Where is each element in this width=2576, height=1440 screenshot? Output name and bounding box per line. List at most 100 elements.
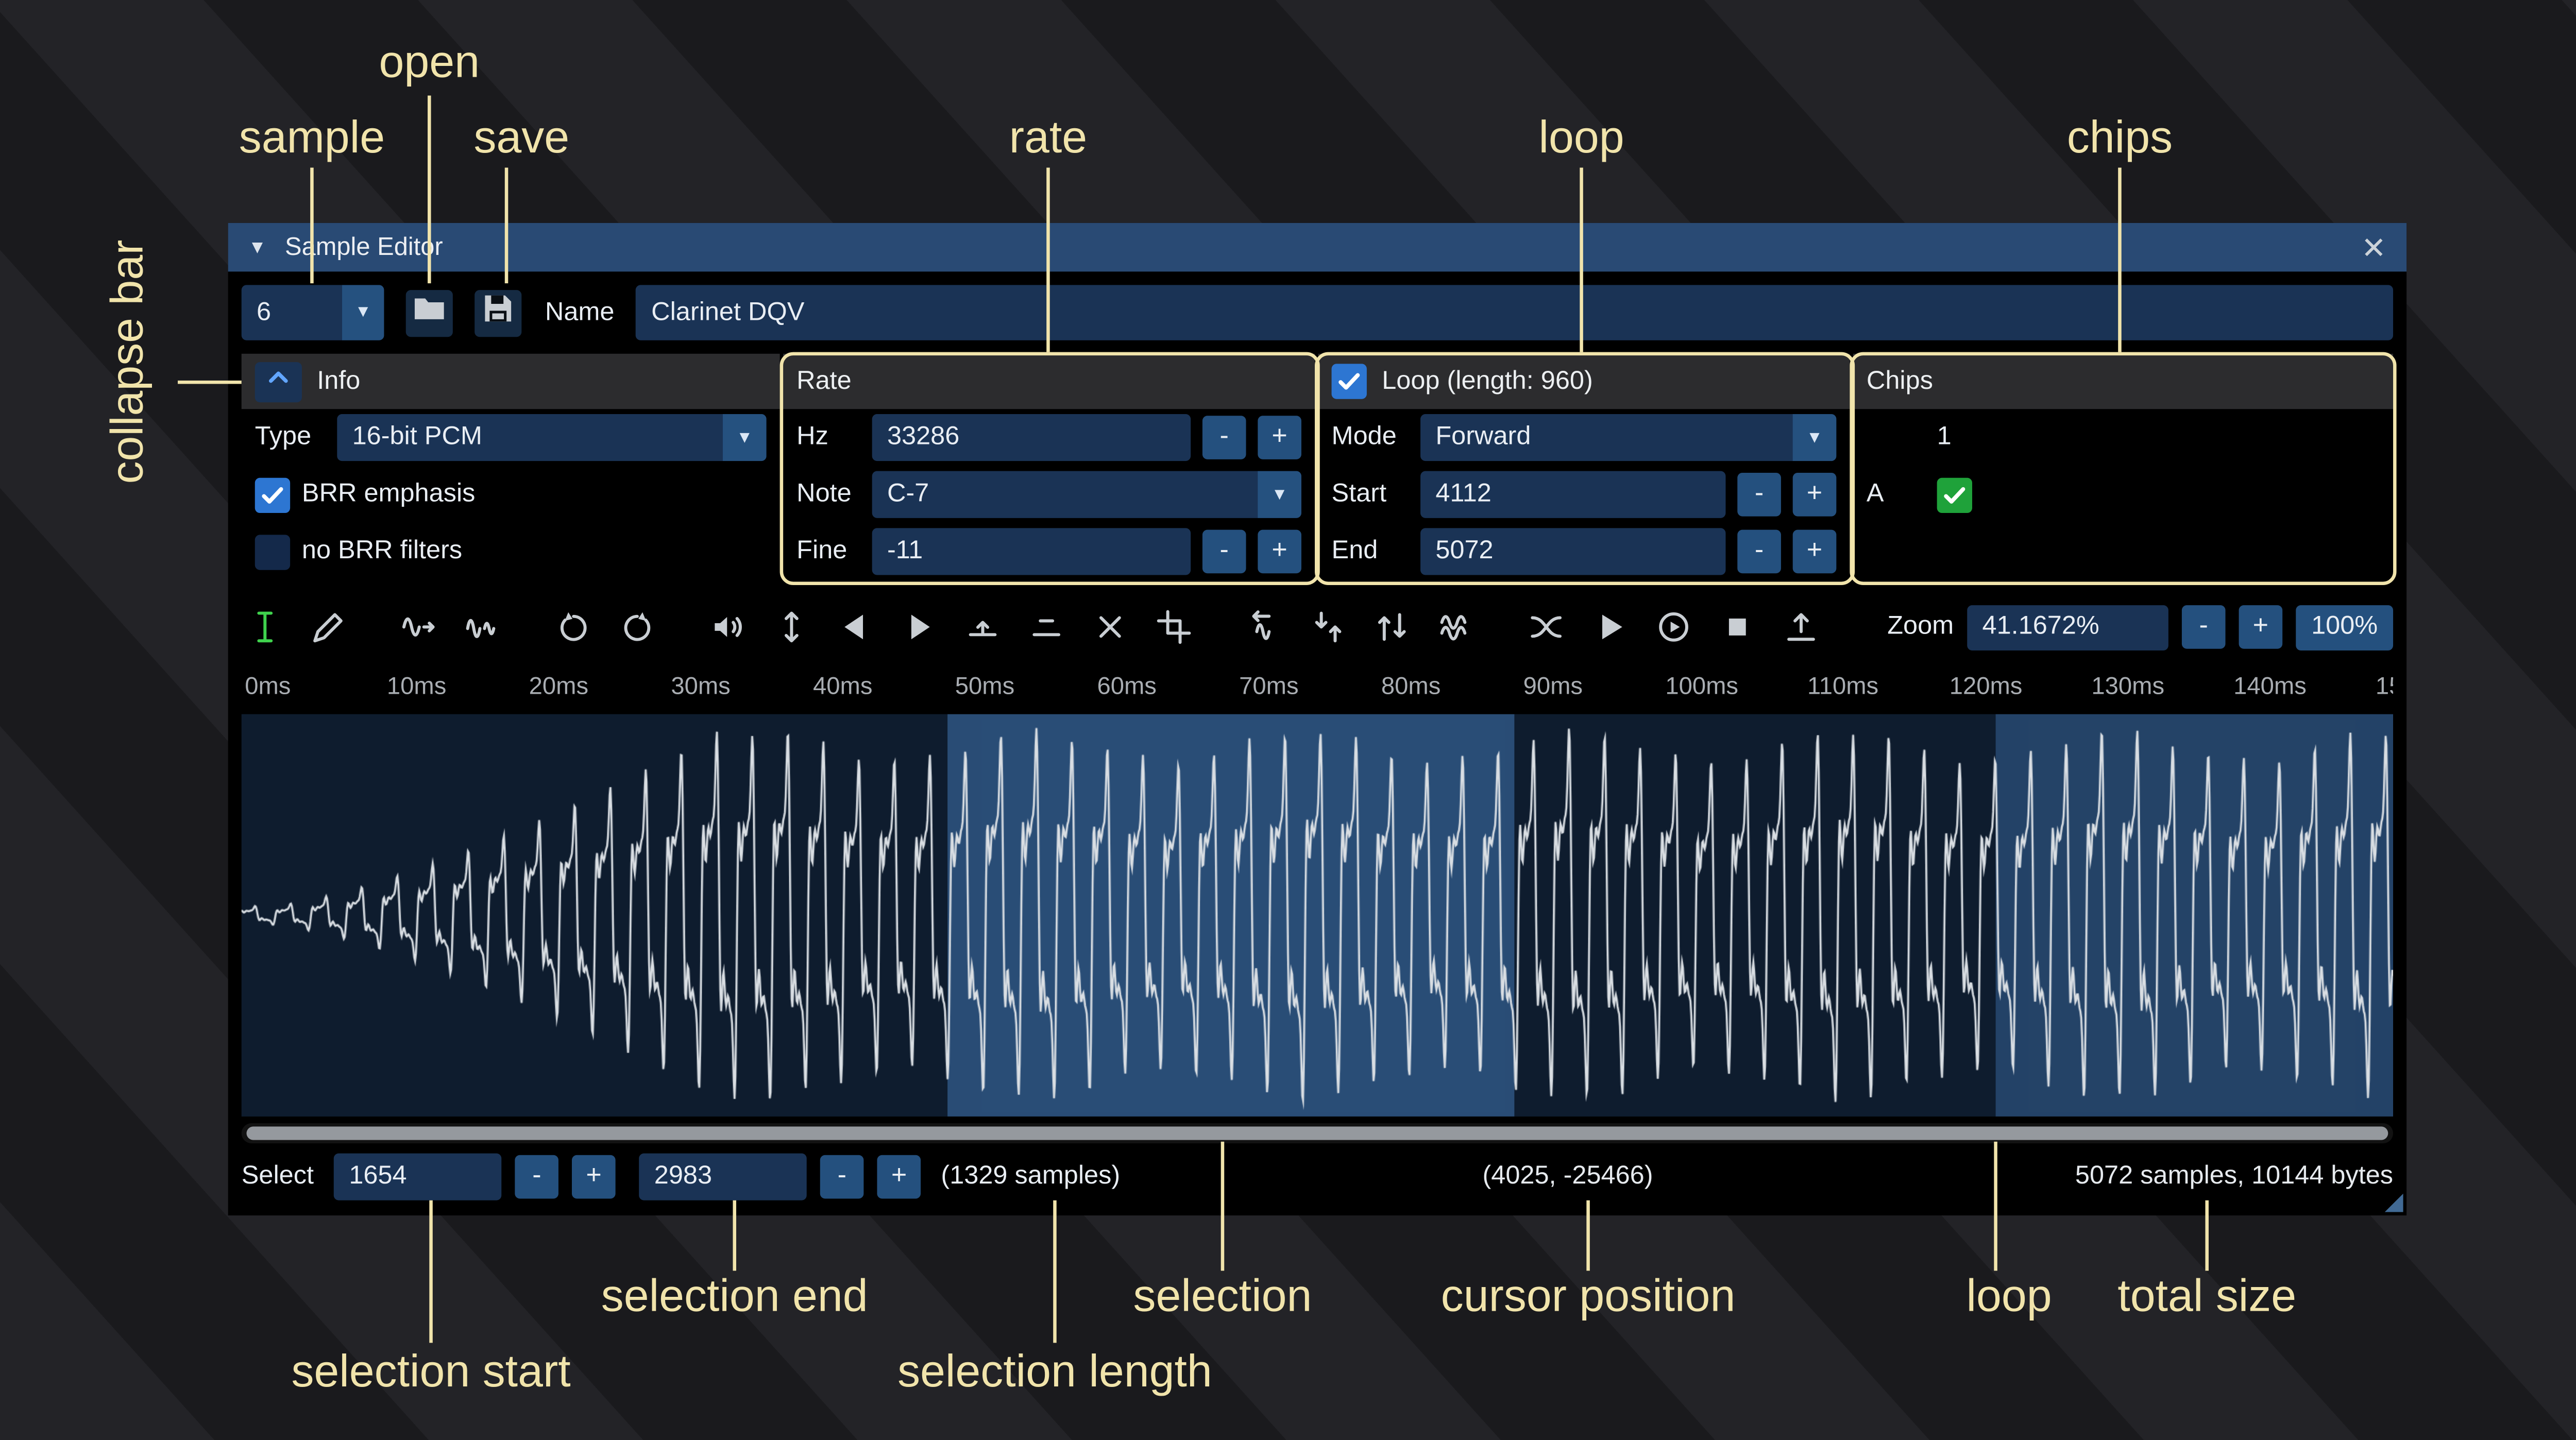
sample-selector-value: 6	[242, 285, 342, 340]
zoom-reset-button[interactable]: 100%	[2296, 604, 2393, 649]
selection-length-text: (1329 samples)	[941, 1162, 1120, 1192]
waveform-display[interactable]	[242, 714, 2393, 1117]
hz-row: Hz 33286 - +	[783, 409, 1315, 466]
timeline-tick: 50ms	[955, 674, 1014, 701]
fade-out-button[interactable]	[895, 604, 942, 650]
timeline-tick: 20ms	[529, 674, 588, 701]
loop-mode-selector[interactable]: Forward ▼	[1420, 414, 1836, 461]
insert-silence-button[interactable]	[959, 604, 1006, 650]
apply-filter-button[interactable]	[1432, 604, 1479, 650]
type-selector[interactable]: 16-bit PCM ▼	[337, 414, 766, 461]
annotation-selection-length-line	[1053, 1201, 1057, 1343]
hz-input[interactable]: 33286	[872, 414, 1191, 461]
annotation-cursor-position-line	[1586, 1201, 1590, 1271]
sample-selector[interactable]: 6 ▼	[242, 285, 384, 340]
sample-property-sections: Info Type 16-bit PCM ▼ BRR emphasis no B…	[242, 354, 2393, 584]
zoom-input[interactable]: 41.1672%	[1967, 604, 2168, 649]
loop-start-input[interactable]: 4112	[1420, 471, 1725, 518]
brr-emphasis-row: BRR emphasis	[242, 466, 780, 523]
resample-button[interactable]	[460, 604, 506, 650]
upload-sample-button[interactable]	[1777, 604, 1824, 650]
sample-editor-window: ▼ Sample Editor ✕ 6 ▼ Name Clarinet DQV	[228, 223, 2406, 1215]
loop-mode-label: Mode	[1332, 422, 1409, 453]
crossfade-loop-button[interactable]	[1523, 604, 1570, 650]
note-selector[interactable]: C-7 ▼	[872, 471, 1301, 518]
select-tool-button[interactable]	[242, 604, 289, 650]
preview-button[interactable]	[1586, 604, 1633, 650]
select-label: Select	[242, 1162, 314, 1192]
window-titlebar[interactable]: ▼ Sample Editor ✕	[228, 223, 2406, 271]
selection-start-increase-button[interactable]: +	[572, 1155, 616, 1199]
signed-unsigned-button[interactable]	[1368, 604, 1415, 650]
fine-label: Fine	[796, 537, 860, 567]
no-brr-filters-checkbox[interactable]	[255, 534, 290, 569]
fade-in-button[interactable]	[832, 604, 879, 650]
stop-preview-button[interactable]	[1714, 604, 1761, 650]
loop-end-input[interactable]: 5072	[1420, 528, 1725, 575]
undo-button[interactable]	[550, 604, 597, 650]
selection-start-input[interactable]: 1654	[334, 1154, 502, 1201]
collapse-bar-button[interactable]	[255, 361, 302, 401]
hz-increase-button[interactable]: +	[1258, 416, 1301, 459]
close-button[interactable]: ✕	[2361, 232, 2386, 263]
timeline-tick: 100ms	[1665, 674, 1738, 701]
normalize-button[interactable]	[768, 604, 815, 650]
timeline-tick: 40ms	[813, 674, 872, 701]
hscrollbar-thumb[interactable]	[246, 1126, 2388, 1140]
annotation-loop-line	[1580, 168, 1583, 352]
trim-button[interactable]	[1150, 604, 1197, 650]
window-collapse-icon[interactable]: ▼	[248, 237, 266, 258]
loop-mode-row: Mode Forward ▼	[1318, 409, 1850, 466]
dropdown-arrow-icon[interactable]: ▼	[723, 414, 767, 461]
zoom-label: Zoom	[1887, 612, 1954, 642]
loop-start-decrease-button[interactable]: -	[1737, 473, 1781, 517]
no-brr-filters-label: no BRR filters	[302, 537, 462, 567]
reverse-button[interactable]	[1241, 604, 1288, 650]
waveform-canvas	[242, 714, 2393, 1117]
delete-button[interactable]	[1087, 604, 1133, 650]
annotation-collapse-bar-label: collapse bar	[104, 239, 154, 484]
hz-decrease-button[interactable]: -	[1202, 416, 1246, 459]
brr-emphasis-checkbox[interactable]	[255, 477, 290, 512]
apply-silence-button[interactable]	[1023, 604, 1070, 650]
open-sample-button[interactable]	[406, 289, 453, 336]
draw-tool-button[interactable]	[305, 604, 352, 650]
loop-end-increase-button[interactable]: +	[1793, 530, 1837, 574]
chip-a-checkbox[interactable]	[1938, 477, 1973, 512]
dropdown-arrow-icon[interactable]: ▼	[1258, 471, 1301, 518]
save-sample-button[interactable]	[474, 289, 521, 336]
zoom-out-button[interactable]: -	[2182, 605, 2226, 649]
timeline-tick: 80ms	[1381, 674, 1440, 701]
preview-loop-button[interactable]	[1650, 604, 1697, 650]
loop-end-decrease-button[interactable]: -	[1737, 530, 1781, 574]
selection-end-input[interactable]: 2983	[639, 1154, 807, 1201]
annotation-selection-start-label: selection start	[291, 1346, 570, 1398]
loop-enable-checkbox[interactable]	[1332, 364, 1367, 399]
fine-decrease-button[interactable]: -	[1202, 530, 1246, 574]
resize-grip[interactable]	[2385, 1194, 2403, 1212]
annotation-total-size-line	[2205, 1201, 2209, 1271]
selection-end-increase-button[interactable]: +	[877, 1155, 921, 1199]
timeline-tick: 30ms	[671, 674, 730, 701]
hscrollbar[interactable]	[242, 1123, 2393, 1143]
timeline-tick: 150ms	[2376, 674, 2393, 701]
sample-name-value: Clarinet DQV	[651, 298, 804, 328]
fine-input[interactable]: -11	[872, 528, 1191, 575]
fine-increase-button[interactable]: +	[1258, 530, 1301, 574]
zoom-in-button[interactable]: +	[2239, 605, 2283, 649]
selection-start-decrease-button[interactable]: -	[515, 1155, 559, 1199]
dropdown-arrow-icon[interactable]: ▼	[1793, 414, 1837, 461]
note-row: Note C-7 ▼	[783, 466, 1315, 523]
invert-button[interactable]	[1304, 604, 1351, 650]
annotation-total-size-label: total size	[2117, 1271, 2296, 1323]
amplify-button[interactable]	[704, 604, 751, 650]
dropdown-arrow-icon[interactable]: ▼	[342, 285, 384, 340]
resize-button[interactable]	[396, 604, 443, 650]
loop-start-increase-button[interactable]: +	[1793, 473, 1837, 517]
selection-end-decrease-button[interactable]: -	[820, 1155, 864, 1199]
loop-header-label: Loop (length: 960)	[1382, 366, 1593, 397]
sample-name-input[interactable]: Clarinet DQV	[636, 285, 2393, 340]
rate-header-label: Rate	[796, 366, 852, 397]
redo-button[interactable]	[614, 604, 660, 650]
annotation-rate-line	[1046, 168, 1050, 352]
